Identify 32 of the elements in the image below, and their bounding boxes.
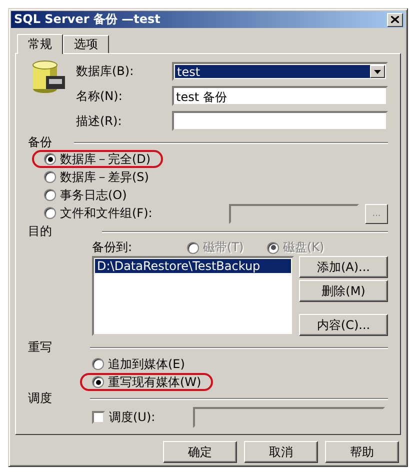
list-item[interactable]: D:\DataRestore\TestBackup xyxy=(95,259,291,273)
radio-button[interactable]: 数据库－完全(D) xyxy=(44,150,151,168)
checkbox[interactable]: 调度(U): xyxy=(92,408,193,426)
field-label: 名称(N): xyxy=(76,88,124,104)
dialog-button[interactable]: 取消 xyxy=(244,441,318,463)
radio-button[interactable]: 追加到媒体(E) xyxy=(92,356,185,372)
section-heading: 目的 xyxy=(28,223,52,240)
section-heading: 调度 xyxy=(28,390,52,407)
tab[interactable]: 选项 xyxy=(63,35,109,53)
section-heading: 备份 xyxy=(28,134,52,151)
action-button[interactable]: 内容(C)... xyxy=(299,314,388,336)
section-heading: 重写 xyxy=(28,339,52,356)
caret-icon xyxy=(374,70,381,74)
radio-button[interactable]: 重写现有媒体(W) xyxy=(92,374,202,390)
radio-button[interactable]: 事务日志(O) xyxy=(44,186,127,204)
close-button[interactable] xyxy=(387,12,403,26)
window-title: SQL Server 备份 —test xyxy=(14,11,160,28)
dialog-button[interactable]: 确定 xyxy=(163,441,237,463)
dialog-button[interactable]: 帮助 xyxy=(325,441,399,463)
database-icon xyxy=(32,60,66,94)
field-label: 数据库(B): xyxy=(76,63,135,80)
tab[interactable]: 常规 xyxy=(17,34,63,54)
radio-button[interactable]: 文件和文件组(F): xyxy=(44,204,152,222)
name-field[interactable]: test 备份 xyxy=(172,86,388,106)
field-label: 备份到: xyxy=(92,239,134,256)
field-label: 描述(R): xyxy=(76,112,123,130)
radio-button[interactable]: 数据库－差异(S) xyxy=(44,168,149,186)
close-icon xyxy=(391,16,399,23)
database-dropdown[interactable]: test xyxy=(172,62,388,81)
action-button[interactable]: 删除(M) xyxy=(299,280,388,302)
description-field[interactable] xyxy=(172,111,388,131)
action-button[interactable]: 添加(A)... xyxy=(299,256,388,278)
